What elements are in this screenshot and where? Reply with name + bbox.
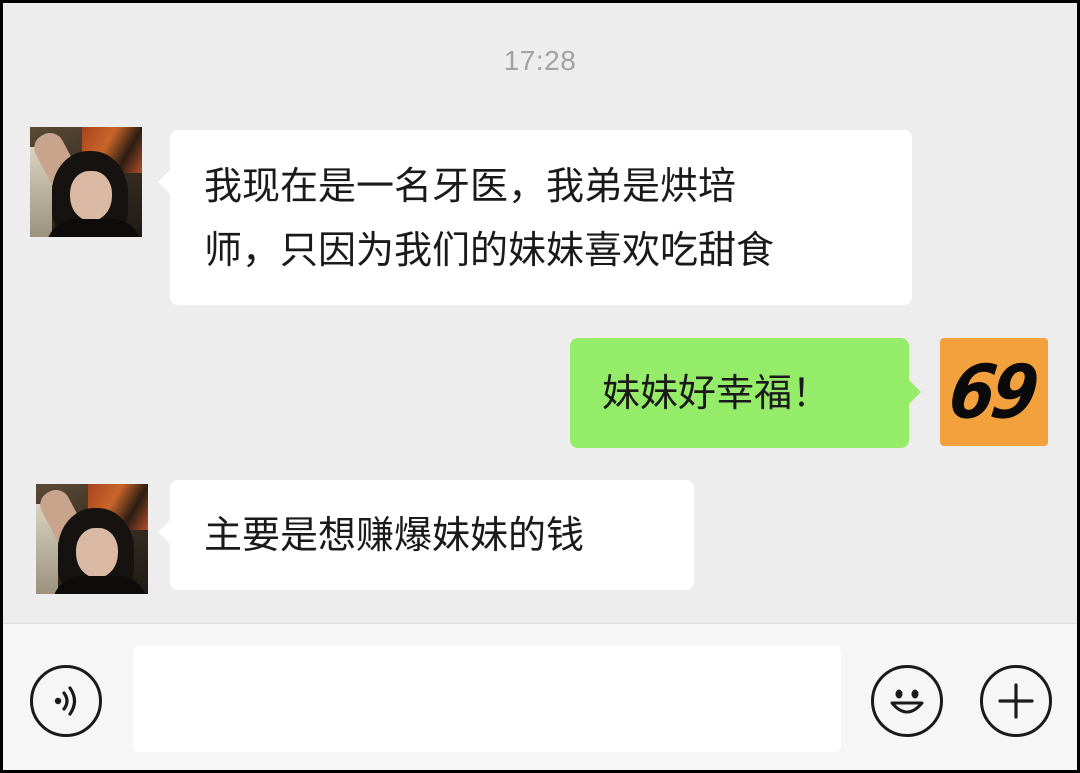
voice-icon (54, 686, 77, 716)
message-bubble-outgoing[interactable]: 妹妹好幸福！ (570, 338, 921, 448)
more-button[interactable] (980, 665, 1052, 737)
avatar-photo-face (76, 528, 118, 578)
message-bubble-incoming[interactable]: 我现在是一名牙医，我弟是烘培 师，只因为我们的妹妹喜欢吃甜食 (158, 130, 912, 305)
contact-avatar[interactable] (30, 127, 142, 237)
contact-avatar[interactable] (36, 484, 148, 594)
message-text-line: 妹妹好幸福！ (602, 371, 831, 415)
message-input[interactable] (133, 646, 841, 752)
message-text-line: 主要是想赚爆妹妹的钱 (204, 513, 585, 557)
message-bubble-incoming[interactable]: 主要是想赚爆妹妹的钱 (158, 480, 694, 590)
emoji-icon (890, 689, 924, 714)
chat-input-bar (3, 623, 1077, 770)
avatar-photo-face (70, 171, 112, 221)
self-avatar-label: 69 (944, 348, 1040, 436)
message-text-line: 师，只因为我们的妹妹喜欢吃甜食 (204, 228, 775, 272)
self-avatar[interactable]: 69 (940, 338, 1048, 446)
message-text-line: 我现在是一名牙医，我弟是烘培 (204, 164, 737, 208)
emoji-button[interactable] (871, 665, 943, 737)
plus-icon (998, 683, 1034, 719)
message-timestamp: 17:28 (503, 45, 577, 76)
voice-button[interactable] (30, 665, 102, 737)
chat-screen: 17:28 我现在是一名牙医，我弟是烘培 师，只因为我们的妹妹喜欢吃甜食 妹妹好… (3, 3, 1077, 770)
